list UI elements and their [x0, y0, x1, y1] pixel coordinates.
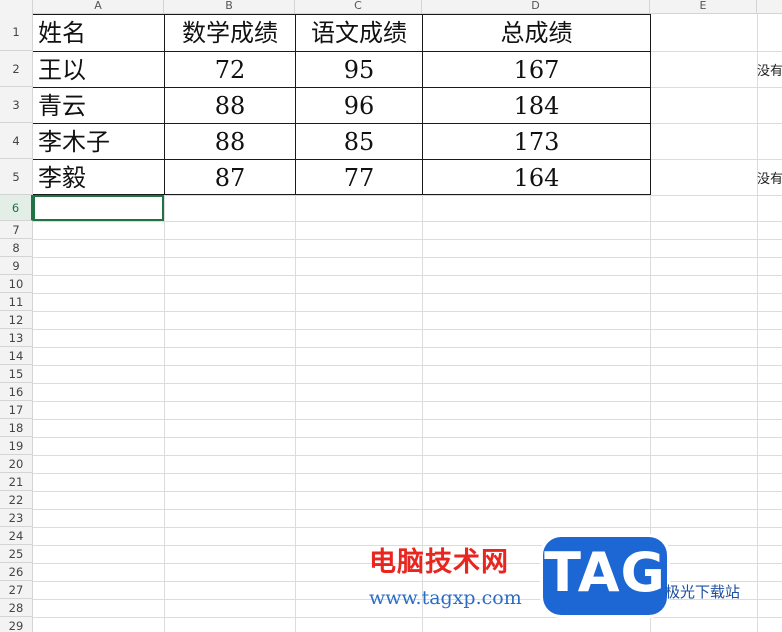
- row-header-25[interactable]: 25: [0, 545, 33, 563]
- row-header-13[interactable]: 13: [0, 329, 33, 347]
- active-cell-a6[interactable]: [33, 195, 164, 221]
- grid-line: [33, 527, 782, 528]
- cell-d4[interactable]: 173: [423, 124, 650, 159]
- cell-d5[interactable]: 164: [423, 160, 650, 194]
- row-header-16[interactable]: 16: [0, 383, 33, 401]
- column-header-b[interactable]: B: [164, 0, 295, 14]
- row-header-12[interactable]: 12: [0, 311, 33, 329]
- column-header-a[interactable]: A: [33, 0, 164, 14]
- grid-line: [33, 509, 782, 510]
- cell-b3[interactable]: 88: [165, 88, 295, 123]
- grid-line: [33, 365, 782, 366]
- cell-c1-chinese-header[interactable]: 语文成绩: [296, 15, 422, 51]
- grid-line: [33, 311, 782, 312]
- cell-f5-note[interactable]: 没有: [757, 168, 782, 187]
- row-header-11[interactable]: 11: [0, 293, 33, 311]
- row-header-19[interactable]: 19: [0, 437, 33, 455]
- tag-logo-icon: TAG: [543, 537, 667, 615]
- cell-a4[interactable]: 李木子: [33, 124, 164, 159]
- grid-line: [33, 221, 782, 222]
- row-header-24[interactable]: 24: [0, 527, 33, 545]
- row-header-28[interactable]: 28: [0, 599, 33, 617]
- grid-line: [33, 401, 782, 402]
- grid-line: [33, 239, 782, 240]
- grid-line: [33, 419, 782, 420]
- cell-a5[interactable]: 李毅: [33, 160, 164, 194]
- row-header-15[interactable]: 15: [0, 365, 33, 383]
- cell-f2-note[interactable]: 没有: [757, 60, 782, 79]
- grid-line: [33, 491, 782, 492]
- grid-line: [33, 293, 782, 294]
- cell-b2[interactable]: 72: [165, 52, 295, 87]
- row-header-14[interactable]: 14: [0, 347, 33, 365]
- cell-a3[interactable]: 青云: [33, 88, 164, 123]
- spreadsheet[interactable]: A B C D E 1 2 3 4 5 6 7 8 9 10 11 12 13: [0, 0, 782, 632]
- grid-line: [33, 275, 782, 276]
- row-header-29[interactable]: 29: [0, 617, 33, 632]
- watermark: 电脑技术网 www.tagxp.com TAG 极光下载站: [363, 537, 782, 632]
- column-header-c[interactable]: C: [295, 0, 422, 14]
- row-header-27[interactable]: 27: [0, 581, 33, 599]
- row-header-18[interactable]: 18: [0, 419, 33, 437]
- row-header-21[interactable]: 21: [0, 473, 33, 491]
- row-header-9[interactable]: 9: [0, 257, 33, 275]
- cell-c2[interactable]: 95: [296, 52, 422, 87]
- cell-d1-total-header[interactable]: 总成绩: [423, 15, 650, 51]
- cell-b4[interactable]: 88: [165, 124, 295, 159]
- watermark-subtitle: 极光下载站: [665, 583, 741, 601]
- row-header-5[interactable]: 5: [0, 159, 33, 195]
- cell-b1-math-header[interactable]: 数学成绩: [165, 15, 295, 51]
- grid-line: [33, 329, 782, 330]
- cell-d3[interactable]: 184: [423, 88, 650, 123]
- column-header-bar: A B C D E: [0, 0, 782, 14]
- row-header-22[interactable]: 22: [0, 491, 33, 509]
- cell-c5[interactable]: 77: [296, 160, 422, 194]
- cell-b5[interactable]: 87: [165, 160, 295, 194]
- column-header-d[interactable]: D: [422, 0, 650, 14]
- grid-line: [33, 383, 782, 384]
- row-header-6[interactable]: 6: [0, 195, 33, 221]
- grid-line: [33, 455, 782, 456]
- row-header-20[interactable]: 20: [0, 455, 33, 473]
- row-header-17[interactable]: 17: [0, 401, 33, 419]
- grid-line: [33, 257, 782, 258]
- row-header-23[interactable]: 23: [0, 509, 33, 527]
- row-header-10[interactable]: 10: [0, 275, 33, 293]
- row-header-4[interactable]: 4: [0, 123, 33, 159]
- cell-d2[interactable]: 167: [423, 52, 650, 87]
- cell-a1-name-header[interactable]: 姓名: [33, 15, 164, 51]
- column-header-e[interactable]: E: [650, 0, 757, 14]
- grid-line: [33, 473, 782, 474]
- row-header-3[interactable]: 3: [0, 87, 33, 123]
- watermark-title: 电脑技术网: [369, 547, 509, 578]
- grid-line: [33, 437, 782, 438]
- cell-c3[interactable]: 96: [296, 88, 422, 123]
- table-border: [650, 14, 651, 195]
- select-all-corner[interactable]: [0, 0, 33, 14]
- row-header-8[interactable]: 8: [0, 239, 33, 257]
- column-header-f[interactable]: [757, 0, 782, 14]
- watermark-url: www.tagxp.com: [369, 587, 522, 609]
- cell-a2[interactable]: 王以: [33, 52, 164, 87]
- row-header-26[interactable]: 26: [0, 563, 33, 581]
- watermark-badge-text: TAG: [544, 541, 666, 604]
- cell-c4[interactable]: 85: [296, 124, 422, 159]
- row-header-2[interactable]: 2: [0, 51, 33, 87]
- row-header-7[interactable]: 7: [0, 221, 33, 239]
- row-header-1[interactable]: 1: [0, 14, 33, 51]
- grid-line: [33, 347, 782, 348]
